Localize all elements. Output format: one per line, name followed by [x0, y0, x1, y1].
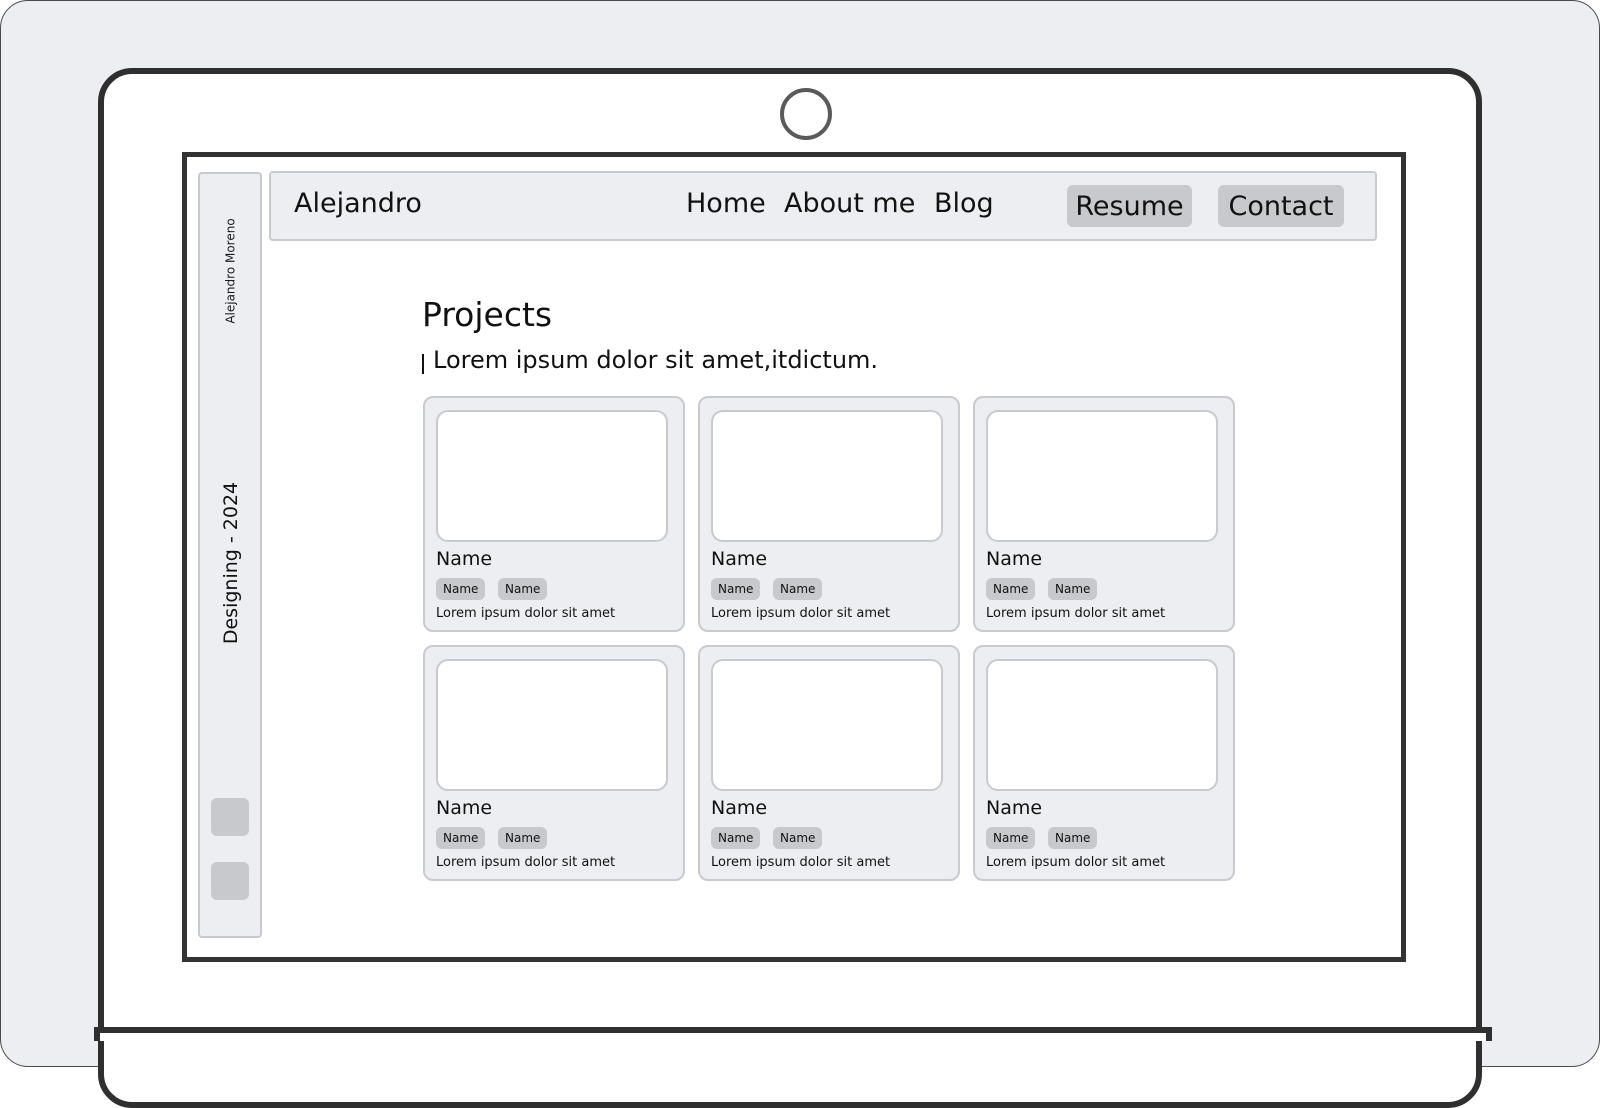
project-thumbnail — [986, 410, 1218, 542]
project-thumbnail — [986, 659, 1218, 791]
project-description: Lorem ipsum dolor sit amet — [711, 606, 891, 621]
webcam-icon — [780, 88, 832, 140]
project-name: Name — [436, 548, 493, 570]
sidebar-year-label: Designing - 2024 — [220, 481, 242, 645]
project-card[interactable]: Name Name Name Lorem ipsum dolor sit amet — [423, 645, 685, 881]
project-card[interactable]: Name Name Name Lorem ipsum dolor sit amet — [698, 396, 960, 632]
page-title: Projects — [422, 295, 553, 334]
sidebar-name: Alejandro Moreno — [224, 218, 239, 324]
project-description: Lorem ipsum dolor sit amet — [436, 855, 616, 870]
project-name: Name — [436, 797, 493, 819]
sidebar-year-wrap: Designing - 2024 — [214, 482, 248, 644]
project-thumbnail — [436, 410, 668, 542]
project-card[interactable]: Name Name Name Lorem ipsum dolor sit amet — [423, 396, 685, 632]
project-tag: Name — [498, 578, 548, 600]
project-tag: Name — [711, 827, 761, 849]
laptop-base — [94, 1027, 1492, 1041]
nav-link-home[interactable]: Home — [686, 188, 766, 219]
project-tag: Name — [773, 827, 823, 849]
project-tag: Name — [1048, 827, 1098, 849]
project-card[interactable]: Name Name Name Lorem ipsum dolor sit amet — [973, 396, 1235, 632]
project-tag: Name — [436, 827, 486, 849]
project-description: Lorem ipsum dolor sit amet — [986, 606, 1166, 621]
project-tag: Name — [986, 578, 1036, 600]
sidebar-name-wrap: Alejandro Moreno — [218, 214, 244, 328]
contact-button[interactable]: Contact — [1218, 185, 1344, 227]
project-tag: Name — [1048, 578, 1098, 600]
project-name: Name — [711, 797, 768, 819]
nav-link-about-me[interactable]: About me — [784, 188, 915, 219]
page-subtitle: Lorem ipsum dolor sit amet,itdictum. — [433, 346, 879, 374]
project-thumbnail — [711, 659, 943, 791]
sidebar-social-button-2[interactable] — [211, 862, 249, 900]
project-tag: Name — [986, 827, 1036, 849]
sidebar-social-button-1[interactable] — [211, 798, 249, 836]
text-cursor — [422, 354, 424, 374]
project-name: Name — [986, 548, 1043, 570]
nav-link-blog[interactable]: Blog — [934, 188, 994, 219]
brand-logo-text[interactable]: Alejandro — [294, 188, 422, 219]
project-card[interactable]: Name Name Name Lorem ipsum dolor sit amet — [698, 645, 960, 881]
project-name: Name — [711, 548, 768, 570]
project-tag: Name — [436, 578, 486, 600]
project-thumbnail — [436, 659, 668, 791]
project-description: Lorem ipsum dolor sit amet — [986, 855, 1166, 870]
project-thumbnail — [711, 410, 943, 542]
project-tag: Name — [711, 578, 761, 600]
project-card[interactable]: Name Name Name Lorem ipsum dolor sit amet — [973, 645, 1235, 881]
project-description: Lorem ipsum dolor sit amet — [436, 606, 616, 621]
project-name: Name — [986, 797, 1043, 819]
project-description: Lorem ipsum dolor sit amet — [711, 855, 891, 870]
resume-button[interactable]: Resume — [1067, 185, 1192, 227]
project-tag: Name — [498, 827, 548, 849]
project-tag: Name — [773, 578, 823, 600]
